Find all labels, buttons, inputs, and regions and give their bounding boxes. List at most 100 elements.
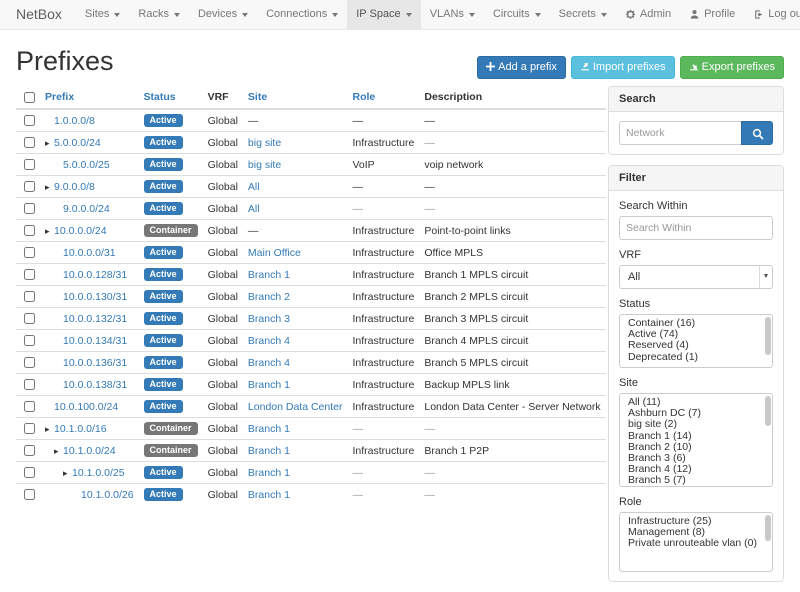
row-checkbox[interactable] [24,291,35,302]
search-input[interactable] [619,121,741,145]
row-checkbox[interactable] [24,423,35,434]
site-link[interactable]: Branch 4 [248,357,290,369]
vrf-select[interactable]: All ▼ [619,265,773,289]
prefix-link[interactable]: 10.0.0.138/31 [63,379,127,391]
row-checkbox[interactable] [24,225,35,236]
prefix-link[interactable]: 10.0.100.0/24 [54,401,118,413]
site-link[interactable]: All [248,181,260,193]
site-link[interactable]: Branch 1 [248,379,290,391]
nav-item-sites[interactable]: Sites [76,0,129,29]
row-checkbox[interactable] [24,489,35,500]
role-option[interactable]: Infrastructure (25) [620,516,772,527]
site-link[interactable]: Main Office [248,247,301,259]
site-link[interactable]: Branch 2 [248,291,290,303]
nav-item-secrets[interactable]: Secrets [550,0,616,29]
status-badge[interactable]: Active [144,312,183,325]
prefix-link[interactable]: 10.0.0.128/31 [63,269,127,281]
status-badge[interactable]: Active [144,378,183,391]
status-badge[interactable]: Active [144,114,183,127]
prefix-link[interactable]: 5.0.0.0/25 [63,159,110,171]
site-link[interactable]: big site [248,159,281,171]
site-option[interactable]: big site (2) [620,419,772,430]
row-checkbox[interactable] [24,335,35,346]
row-checkbox[interactable] [24,181,35,192]
prefix-link[interactable]: 10.1.0.0/24 [63,445,116,457]
import-prefixes-button[interactable]: Import prefixes [571,56,675,79]
scrollbar-thumb[interactable] [765,317,771,355]
row-checkbox[interactable] [24,137,35,148]
nav-item-racks[interactable]: Racks [129,0,189,29]
prefix-link[interactable]: 1.0.0.0/8 [54,115,95,127]
nav-item-devices[interactable]: Devices [189,0,257,29]
prefix-link[interactable]: 10.0.0.134/31 [63,335,127,347]
row-checkbox[interactable] [24,159,35,170]
site-link[interactable]: All [248,203,260,215]
role-listbox[interactable]: Infrastructure (25)Management (8)Private… [619,512,773,572]
row-checkbox[interactable] [24,401,35,412]
nav-item-admin[interactable]: Admin [616,0,680,29]
site-link[interactable]: Branch 3 [248,313,290,325]
row-checkbox[interactable] [24,357,35,368]
site-link[interactable]: Branch 1 [248,269,290,281]
status-badge[interactable]: Container [144,224,198,237]
status-badge[interactable]: Active [144,202,183,215]
status-badge[interactable]: Active [144,158,183,171]
site-link[interactable]: big site [248,137,281,149]
status-badge[interactable]: Active [144,290,183,303]
status-badge[interactable]: Active [144,334,183,347]
role-option[interactable]: Management (8) [620,527,772,538]
role-option[interactable]: Private unrouteable vlan (0) [620,538,772,549]
column-header-status[interactable]: Status [139,86,203,109]
site-link[interactable]: Branch 1 [248,489,290,501]
row-checkbox[interactable] [24,269,35,280]
search-within-input[interactable] [619,216,773,240]
prefix-link[interactable]: 10.1.0.0/26 [81,489,134,501]
row-checkbox[interactable] [24,313,35,324]
export-prefixes-button[interactable]: Export prefixes [680,56,784,79]
prefix-link[interactable]: 10.0.0.130/31 [63,291,127,303]
status-option[interactable]: Reserved (4) [620,340,772,351]
select-all-checkbox[interactable] [24,92,35,103]
row-checkbox[interactable] [24,247,35,258]
column-header-site[interactable]: Site [243,86,348,109]
site-link[interactable]: Branch 1 [248,423,290,435]
prefix-link[interactable]: 10.0.0.0/24 [54,225,107,237]
scrollbar-thumb[interactable] [765,396,771,426]
prefix-link[interactable]: 10.1.0.0/25 [72,467,125,479]
status-option[interactable]: Deprecated (1) [620,352,772,363]
row-checkbox[interactable] [24,445,35,456]
status-badge[interactable]: Active [144,466,183,479]
row-checkbox[interactable] [24,203,35,214]
prefix-link[interactable]: 10.1.0.0/16 [54,423,107,435]
site-listbox[interactable]: All (11)Ashburn DC (7)big site (2)Branch… [619,393,773,487]
status-listbox[interactable]: Container (16)Active (74)Reserved (4)Dep… [619,314,773,368]
row-checkbox[interactable] [24,467,35,478]
nav-item-profile[interactable]: Profile [680,0,744,29]
site-link[interactable]: Branch 1 [248,467,290,479]
brand-logo[interactable]: NetBox [0,0,76,29]
status-badge[interactable]: Active [144,246,183,259]
status-badge[interactable]: Active [144,268,183,281]
status-badge[interactable]: Container [144,422,198,435]
site-link[interactable]: London Data Center [248,401,343,413]
column-header-role[interactable]: Role [348,86,420,109]
column-header-prefix[interactable]: Prefix [40,86,139,109]
site-link[interactable]: Branch 4 [248,335,290,347]
status-badge[interactable]: Active [144,136,183,149]
scrollbar-thumb[interactable] [765,515,771,541]
status-badge[interactable]: Container [144,444,198,457]
prefix-link[interactable]: 10.0.0.0/31 [63,247,116,259]
nav-item-ip-space[interactable]: IP Space [347,0,420,29]
site-link[interactable]: Branch 1 [248,445,290,457]
nav-item-vlans[interactable]: VLANs [421,0,484,29]
status-badge[interactable]: Active [144,356,183,369]
add-a-prefix-button[interactable]: Add a prefix [477,56,566,79]
status-badge[interactable]: Active [144,488,183,501]
status-badge[interactable]: Active [144,180,183,193]
nav-item-circuits[interactable]: Circuits [484,0,550,29]
prefix-link[interactable]: 9.0.0.0/24 [63,203,110,215]
row-checkbox[interactable] [24,115,35,126]
prefix-link[interactable]: 10.0.0.136/31 [63,357,127,369]
nav-item-log-out[interactable]: Log out [744,0,800,29]
search-button[interactable] [741,121,773,145]
